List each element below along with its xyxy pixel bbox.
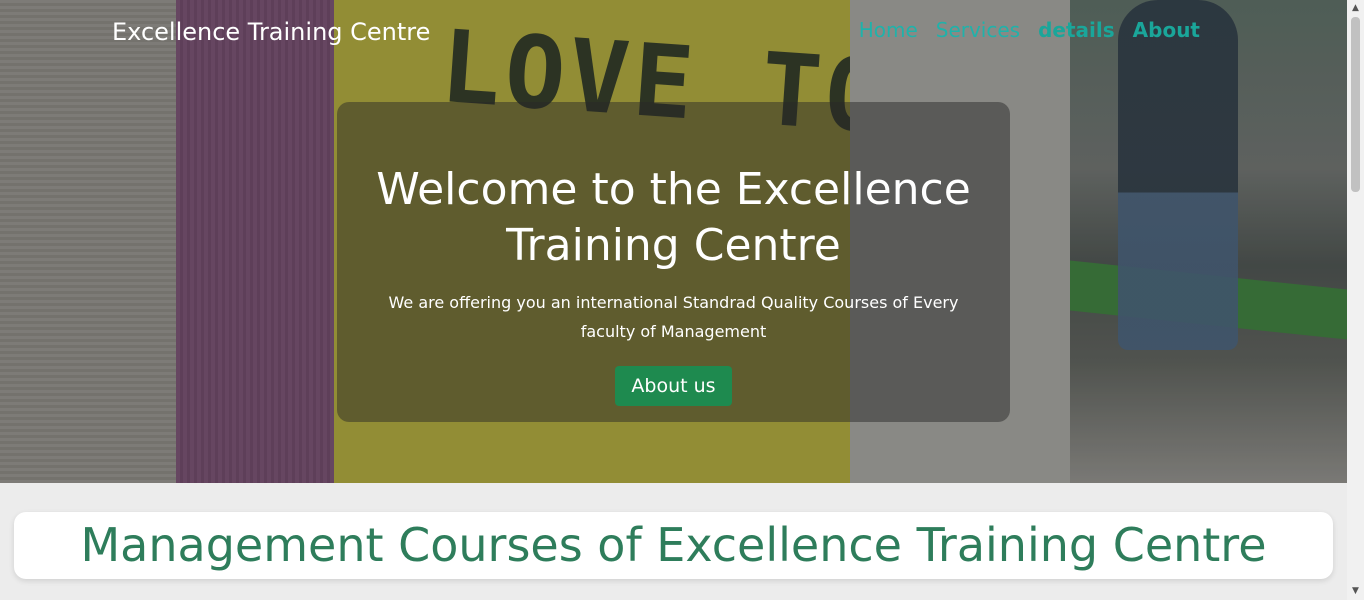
courses-heading-card: Management Courses of Excellence Trainin… — [14, 512, 1333, 579]
courses-title: Management Courses of Excellence Trainin… — [80, 518, 1267, 572]
nav-services[interactable]: Services — [936, 18, 1020, 42]
scrollbar-thumb[interactable] — [1351, 17, 1360, 192]
nav-about[interactable]: About — [1133, 18, 1200, 42]
about-us-button[interactable]: About us — [615, 366, 732, 406]
welcome-subtitle: We are offering you an international Sta… — [388, 293, 959, 341]
main-nav: Home Services details About — [859, 18, 1200, 42]
page-scrollbar[interactable]: ▲ ▼ — [1347, 0, 1364, 600]
nav-details[interactable]: details — [1038, 18, 1115, 42]
nav-home[interactable]: Home — [859, 18, 918, 42]
brand-name[interactable]: Excellence Training Centre — [112, 18, 430, 46]
welcome-title: Welcome to the Excellence Training Centr… — [376, 164, 971, 271]
hero-section: LOVE TO LEARN Excellence Training Centre… — [0, 0, 1347, 483]
welcome-card: Welcome to the Excellence Training Centr… — [337, 102, 1010, 422]
scroll-up-arrow-icon[interactable]: ▲ — [1347, 0, 1364, 17]
scroll-down-arrow-icon[interactable]: ▼ — [1347, 583, 1364, 600]
